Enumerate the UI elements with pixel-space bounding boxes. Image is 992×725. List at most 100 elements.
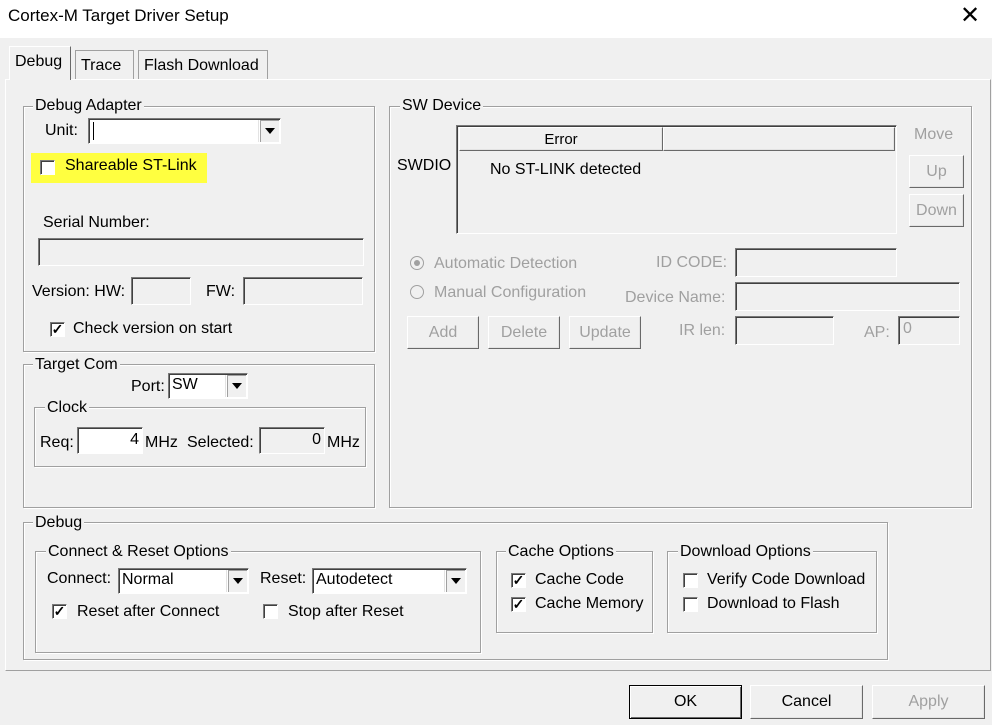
ok-button-label: OK [673, 693, 698, 710]
verify-code-download-checkbox[interactable] [683, 573, 698, 588]
chevron-down-icon[interactable] [259, 120, 279, 142]
table-row[interactable]: No ST-LINK detected [490, 161, 641, 179]
update-button-label: Update [579, 323, 631, 341]
version-hw-label: Version: HW: [32, 283, 126, 300]
ir-len-field [735, 316, 834, 345]
reset-label: Reset: [260, 570, 307, 587]
automatic-detection-label: Automatic Detection [434, 255, 578, 272]
selected-value: 0 [312, 431, 321, 448]
selected-label: Selected: [187, 434, 254, 451]
id-code-label: ID CODE: [656, 254, 728, 271]
ir-len-label: IR len: [679, 322, 726, 339]
download-options-title: Download Options [678, 543, 813, 561]
serial-number-label: Serial Number: [43, 214, 150, 231]
cache-options-title: Cache Options [506, 543, 616, 561]
debug-title: Debug [33, 514, 85, 532]
port-label: Port: [131, 378, 165, 395]
ap-field: 0 [898, 316, 960, 345]
cache-memory-checkbox[interactable]: ✓ [511, 597, 526, 612]
device-name-field [735, 282, 960, 311]
update-button[interactable]: Update [569, 316, 641, 349]
req-input[interactable]: 4 [77, 427, 143, 454]
move-label: Move [914, 126, 954, 143]
req-label: Req: [40, 434, 74, 451]
reset-after-connect-label: Reset after Connect [77, 603, 220, 620]
connect-label: Connect: [47, 570, 112, 587]
swdio-label: SWDIO [397, 157, 452, 174]
cache-code-checkbox[interactable]: ✓ [511, 573, 526, 588]
cache-code-label: Cache Code [535, 571, 624, 588]
ap-value: 0 [903, 320, 912, 337]
connect-reset-group [35, 551, 481, 653]
delete-button-label: Delete [500, 323, 548, 341]
window-title: Cortex-M Target Driver Setup [8, 6, 229, 25]
selected-unit: MHz [327, 434, 360, 451]
clock-title: Clock [45, 399, 90, 417]
version-fw-label: FW: [206, 283, 236, 300]
reset-value: Autodetect [316, 571, 393, 588]
cancel-button-label: Cancel [781, 693, 832, 710]
version-fw-field [243, 277, 363, 305]
cancel-button[interactable]: Cancel [750, 685, 863, 719]
manual-configuration-label: Manual Configuration [434, 284, 587, 301]
selected-field: 0 [259, 427, 325, 454]
tab-debug-label: Debug [15, 53, 63, 70]
tab-trace-label: Trace [81, 57, 122, 74]
req-value: 4 [130, 431, 139, 448]
column-header-error[interactable]: Error [459, 127, 663, 151]
delete-button[interactable]: Delete [488, 316, 560, 349]
device-name-label: Device Name: [625, 289, 726, 306]
ap-label: AP: [864, 324, 890, 341]
unit-select[interactable] [88, 118, 281, 144]
move-down-button[interactable]: Down [909, 194, 964, 227]
stop-after-reset-checkbox[interactable] [263, 604, 278, 619]
manual-configuration-radio[interactable] [410, 285, 424, 299]
check-version-label: Check version on start [73, 320, 233, 337]
automatic-detection-radio[interactable] [410, 256, 424, 270]
req-unit: MHz [145, 434, 178, 451]
close-icon[interactable]: ✕ [958, 2, 982, 30]
move-down-label: Down [916, 201, 957, 219]
tab-flash-download[interactable]: Flash Download [138, 50, 268, 79]
verify-code-download-label: Verify Code Download [707, 571, 866, 588]
id-code-field [735, 248, 897, 277]
chevron-down-icon[interactable] [226, 375, 246, 397]
check-version-checkbox[interactable]: ✓ [50, 322, 65, 337]
ok-button[interactable]: OK [629, 685, 742, 719]
download-options-group [667, 551, 877, 633]
download-to-flash-label: Download to Flash [707, 595, 840, 612]
move-up-button[interactable]: Up [909, 155, 964, 188]
cache-options-group [496, 551, 653, 633]
stop-after-reset-label: Stop after Reset [288, 603, 404, 620]
connect-select[interactable]: Normal [118, 568, 249, 594]
apply-button-label: Apply [908, 693, 949, 710]
target-com-title: Target Com [33, 356, 120, 374]
connect-value: Normal [122, 571, 174, 588]
chevron-down-icon[interactable] [227, 570, 247, 592]
port-select[interactable]: SW [168, 373, 248, 399]
column-header-error-label: Error [544, 130, 578, 148]
reset-after-connect-checkbox[interactable]: ✓ [52, 604, 67, 619]
version-hw-field [131, 277, 191, 305]
download-to-flash-checkbox[interactable] [683, 597, 698, 612]
port-value: SW [172, 376, 198, 393]
reset-select[interactable]: Autodetect [312, 568, 467, 594]
device-table[interactable]: Error No ST-LINK detected [456, 125, 897, 234]
cache-memory-label: Cache Memory [535, 595, 644, 612]
serial-number-field[interactable] [38, 238, 364, 266]
chevron-down-icon[interactable] [445, 570, 465, 592]
unit-label: Unit: [45, 122, 78, 139]
add-button-label: Add [428, 323, 458, 341]
tab-flash-download-label: Flash Download [144, 57, 259, 74]
apply-button[interactable]: Apply [872, 685, 985, 719]
add-button[interactable]: Add [407, 316, 479, 349]
debug-adapter-title: Debug Adapter [33, 97, 144, 115]
sw-device-title: SW Device [400, 97, 484, 115]
tab-trace[interactable]: Trace [75, 50, 134, 79]
connect-reset-title: Connect & Reset Options [46, 543, 231, 561]
text-cursor [93, 122, 94, 140]
shareable-stlink-checkbox[interactable] [40, 160, 55, 175]
column-header-2[interactable] [663, 127, 895, 151]
tab-debug[interactable]: Debug [9, 46, 71, 80]
move-up-label: Up [926, 162, 947, 180]
